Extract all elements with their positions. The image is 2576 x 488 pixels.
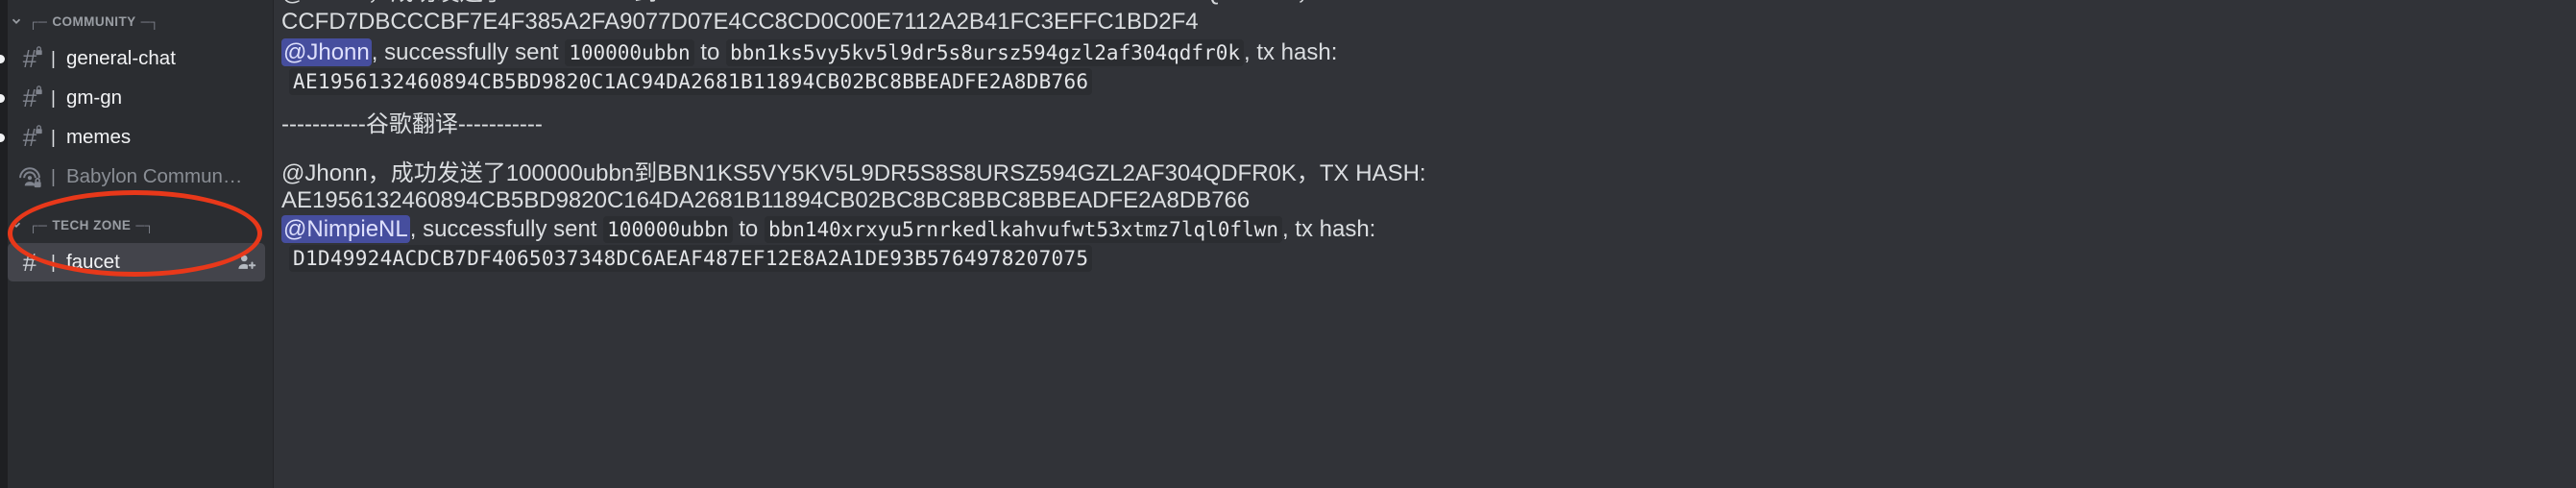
category-name-tech-zone: TECH ZONE xyxy=(52,217,132,232)
channel-name: faucet xyxy=(65,251,120,273)
message-text-part1: , successfully sent xyxy=(371,39,566,65)
decor-left-icon: ┌─ xyxy=(29,217,48,232)
amount-code: 100000ubbn xyxy=(565,39,694,66)
message-faucet-jhonn: @Jhonn, successfully sent 100000ubbn to … xyxy=(281,38,1337,67)
hash-lock-icon: # xyxy=(15,84,44,112)
translated-text-2: AE1956132460894CB5BD9820C164DA2681B11894… xyxy=(281,187,1251,213)
translation-divider: -----------谷歌翻译----------- xyxy=(281,110,543,139)
category-label-wrap: ┌─ TECH ZONE ─┐ xyxy=(29,218,155,232)
channel-separator: | xyxy=(51,48,56,69)
divider-text: -----------谷歌翻译----------- xyxy=(281,111,543,137)
sidebar-item-babylon-community-stage[interactable]: | Babylon Community S... xyxy=(8,158,265,196)
hash-lock-icon: # xyxy=(15,44,44,73)
server-rail-edge xyxy=(0,0,8,488)
channel-name: gm-gn xyxy=(65,86,123,109)
channel-separator: | xyxy=(51,87,56,109)
translated-line-2: AE1956132460894CB5BD9820C164DA2681B11894… xyxy=(281,186,1250,215)
message-text-part2: to xyxy=(693,39,726,65)
amount-code: 100000ubbn xyxy=(603,216,733,243)
channel-name: memes xyxy=(65,126,132,148)
lock-badge-icon xyxy=(36,85,42,95)
sidebar-item-faucet[interactable]: # | faucet xyxy=(8,243,265,281)
hex-continuation-line: CCFD7DBCCCBF7E4F385A2FA9077D07E4CC8CD0C0… xyxy=(281,8,1199,37)
sidebar-item-memes[interactable]: # | memes xyxy=(0,118,265,157)
decor-right-icon: ─┐ xyxy=(135,217,155,232)
mention-jhonn[interactable]: @Jhonn xyxy=(281,38,372,66)
decor-left-icon: ┌─ xyxy=(29,13,48,29)
mention-nimpienl[interactable]: @NimpieNL xyxy=(281,215,410,243)
message-text-part2: to xyxy=(732,216,765,242)
message-faucet-nimpienl: @NimpieNL, successfully sent 100000ubbn … xyxy=(281,215,1375,244)
tx-hash-nimpienl: D1D49924ACDCB7DF4065037348DC6AEAF487EF12… xyxy=(289,244,1093,273)
lock-badge-icon xyxy=(36,125,42,134)
stage-lock-icon xyxy=(15,162,44,191)
tx-hash-jhonn: AE1956132460894CB5BD9820C1AC94DA2681B118… xyxy=(289,67,1093,96)
sidebar-item-gm-gn[interactable]: # | gm-gn xyxy=(0,79,265,117)
category-header-tech-zone[interactable]: ┌─ TECH ZONE ─┐ xyxy=(0,207,273,242)
message-text-part1: , successfully sent xyxy=(409,216,604,242)
translated-line-1: @Jhonn，成功发送了100000ubbn到BBN1KS5VY5KV5L9DR… xyxy=(281,159,1426,188)
channel-sidebar: ┌─ COMMUNITY ─┐ # | general-chat # | gm-… xyxy=(0,0,274,488)
discord-window: ┌─ COMMUNITY ─┐ # | general-chat # | gm-… xyxy=(0,0,2576,488)
category-name-community: COMMUNITY xyxy=(52,13,136,29)
lock-badge-icon xyxy=(36,46,42,56)
translated-text-1: @Jhonn，成功发送了100000ubbn到BBN1KS5VY5KV5L9DR… xyxy=(281,160,1426,186)
hash-glyph: # xyxy=(22,248,37,277)
channel-name: general-chat xyxy=(65,47,176,69)
sidebar-item-general-chat[interactable]: # | general-chat xyxy=(0,39,265,78)
message-list: @Jhonn，成功发送了100000ubbn到BBN1KS5VY5KV5L9DR… xyxy=(274,0,2576,488)
message-text-part3: , tx hash: xyxy=(1281,216,1376,242)
chevron-down-icon[interactable] xyxy=(10,14,23,28)
hash-lock-icon: # xyxy=(15,123,44,152)
decor-right-icon: ─┐ xyxy=(140,13,159,29)
category-header-community[interactable]: ┌─ COMMUNITY ─┐ xyxy=(0,4,273,38)
channel-separator: | xyxy=(51,127,56,148)
chevron-down-icon[interactable] xyxy=(10,218,23,232)
message-text-part3: , tx hash: xyxy=(1244,39,1338,65)
hash-icon: # xyxy=(15,248,44,277)
address-code: bbn140xrxyu5rnrkedlkahvufwt53xtmz7lql0fl… xyxy=(764,216,1282,243)
add-member-icon[interactable] xyxy=(234,250,259,275)
clipped-message-line: @Jhonn，成功发送了100000ubbn到BBN1KS5VY5KV5L9DR… xyxy=(281,0,1426,8)
address-code: bbn1ks5vy5kv5l9dr5s8ursz594gzl2af304qdfr… xyxy=(725,39,1244,66)
hex-continuation-text: CCFD7DBCCCBF7E4F385A2FA9077D07E4CC8CD0C0… xyxy=(281,9,1199,35)
tx-hash-code: D1D49924ACDCB7DF4065037348DC6AEAF487EF12… xyxy=(289,245,1093,272)
channel-separator: | xyxy=(51,252,56,273)
category-label-wrap: ┌─ COMMUNITY ─┐ xyxy=(29,14,159,29)
channel-separator: | xyxy=(51,166,56,187)
channel-name: Babylon Community S... xyxy=(65,165,244,187)
tx-hash-code: AE1956132460894CB5BD9820C1AC94DA2681B118… xyxy=(289,68,1093,95)
